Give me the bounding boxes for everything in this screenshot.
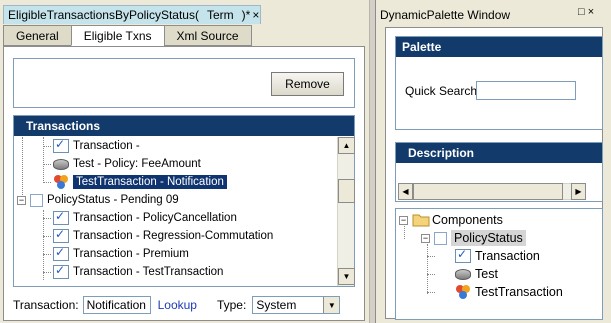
scroll-up-icon[interactable]: ▲	[338, 137, 355, 154]
transaction-icon	[53, 137, 69, 153]
test-transaction-icon	[455, 284, 471, 300]
tree-item[interactable]: − PolicyStatus	[421, 229, 526, 247]
test-icon	[53, 158, 69, 170]
type-select-value: System	[256, 298, 297, 312]
tree-item-selected[interactable]: TestTransaction - Notification	[43, 173, 228, 191]
collapse-icon[interactable]: −	[421, 233, 430, 243]
transaction-icon	[53, 245, 69, 261]
window-controls[interactable]: □ ×	[578, 6, 594, 18]
scroll-left-icon[interactable]: ◀	[398, 183, 413, 200]
remove-button[interactable]: Remove	[271, 72, 344, 96]
transaction-details-bar: Transaction: Notification Lookup Type: S…	[13, 290, 355, 320]
tree-item[interactable]: Transaction	[427, 247, 540, 265]
scroll-down-icon[interactable]: ▼	[338, 268, 355, 285]
tab-eligible-txns[interactable]: Eligible Txns	[70, 25, 165, 46]
close-tab-icon[interactable]: ×	[252, 8, 259, 22]
lookup-link[interactable]: Lookup	[158, 298, 197, 312]
tree-item[interactable]: TestTransaction	[427, 283, 563, 301]
transaction-field-label: Transaction:	[13, 298, 79, 312]
term-label: Term	[206, 8, 234, 22]
tree-item-label: TestTransaction - Notification	[72, 174, 228, 190]
tree-item-label: TestTransaction	[475, 285, 563, 299]
tree-item[interactable]: Transaction - Premium	[43, 245, 189, 263]
tree-item[interactable]: Transaction - TestTransaction	[43, 263, 223, 281]
quick-search-label: Quick Search:	[405, 84, 481, 98]
tab-general[interactable]: General	[3, 25, 72, 46]
tree-item[interactable]: − PolicyStatus - Pending 09	[17, 191, 179, 209]
tree-item-label: PolicyStatus - Pending 09	[47, 194, 179, 206]
tab-xml-source[interactable]: Xml Source	[163, 25, 252, 46]
scroll-right-icon[interactable]: ▶	[571, 183, 586, 200]
tree-item[interactable]: Test	[427, 265, 498, 283]
policy-status-icon	[30, 193, 43, 207]
sub-tab-bar: General Eligible Txns Xml Source	[3, 25, 252, 46]
tree-item-label: PolicyStatus	[451, 230, 526, 246]
modified-marker: )*	[241, 8, 251, 22]
test-transaction-icon	[53, 174, 69, 190]
collapse-icon[interactable]: −	[399, 215, 408, 225]
transaction-icon	[53, 209, 69, 225]
tree-item-label: Transaction - TestTransaction	[73, 266, 224, 278]
transaction-field[interactable]: Notification	[82, 296, 151, 314]
transaction-icon	[53, 227, 69, 243]
tree-item-label: Test	[475, 267, 498, 281]
tree-item-label: Transaction -	[73, 140, 140, 152]
quick-search-input[interactable]	[476, 81, 576, 100]
transactions-scrollbar[interactable]: ▲ ▼	[337, 137, 355, 286]
description-header: Description	[396, 143, 602, 163]
scroll-thumb[interactable]	[338, 179, 355, 203]
tree-item-label: Transaction - Premium	[73, 248, 189, 260]
transactions-header: Transactions	[14, 116, 354, 136]
type-label: Type:	[216, 298, 247, 312]
type-select[interactable]: System ▼	[252, 296, 341, 314]
tree-item[interactable]: − Components	[399, 211, 503, 229]
description-hscrollbar[interactable]: ◀ ▶	[398, 183, 586, 200]
test-icon	[455, 268, 471, 280]
tree-item-label: Test - Policy: FeeAmount	[73, 158, 201, 170]
transaction-icon	[455, 247, 471, 263]
document-tab-title: EligibleTransactionsByPolicyStatus(	[8, 8, 199, 22]
tree-item-label: Transaction - Regression-Commutation	[73, 230, 274, 242]
policy-status-icon	[434, 231, 447, 245]
scroll-thumb[interactable]	[413, 183, 563, 200]
document-tab[interactable]: EligibleTransactionsByPolicyStatus( Term…	[3, 5, 261, 24]
chevron-down-icon[interactable]: ▼	[323, 297, 340, 313]
folder-icon	[412, 213, 430, 227]
palette-header: Palette	[396, 37, 602, 57]
tree-item-label: Components	[432, 213, 503, 227]
tree-item[interactable]: Transaction - PolicyCancellation	[43, 209, 237, 227]
tree-item-label: Transaction	[475, 249, 540, 263]
tree-item-label: Transaction - PolicyCancellation	[73, 212, 237, 224]
tree-item[interactable]: Transaction - Regression-Commutation	[43, 227, 273, 245]
tree-item[interactable]: Test - Policy: FeeAmount	[43, 155, 201, 173]
palette-window-title: DynamicPalette Window	[380, 7, 511, 22]
transaction-icon	[53, 263, 69, 279]
tree-item[interactable]: Transaction -	[43, 137, 140, 155]
collapse-icon[interactable]: −	[17, 195, 26, 205]
